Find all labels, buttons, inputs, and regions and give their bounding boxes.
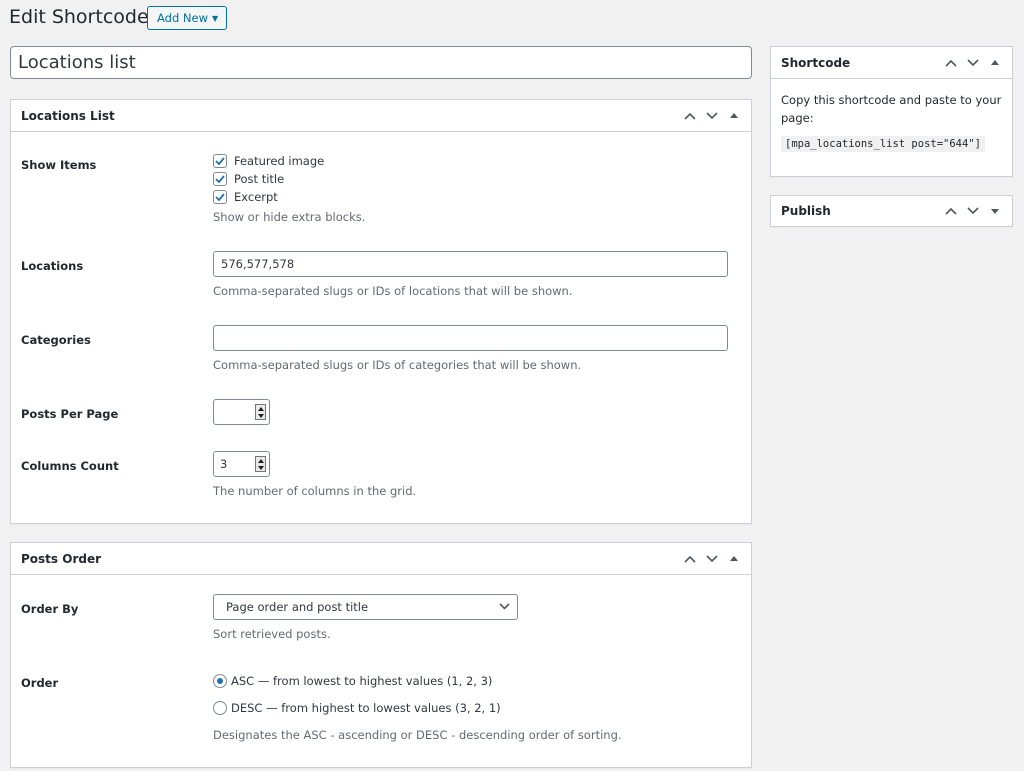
move-down-icon[interactable]: [962, 200, 984, 222]
checkbox-label: Post title: [234, 172, 285, 186]
locations-list-box-header: Locations List: [11, 100, 751, 132]
shortcode-box: Shortcode Copy this shortcode and paste …: [770, 46, 1013, 177]
columns-count-label: Columns Count: [21, 459, 119, 473]
publish-box-title: Publish: [781, 204, 831, 218]
show-items-description: Show or hide extra blocks.: [213, 210, 366, 224]
columns-count-input[interactable]: 3: [213, 451, 270, 477]
categories-input[interactable]: [213, 325, 728, 351]
toggle-panel-icon[interactable]: [984, 200, 1006, 222]
order-by-description: Sort retrieved posts.: [213, 627, 331, 641]
locations-list-box-title: Locations List: [21, 108, 115, 123]
posts-order-box-header: Posts Order: [11, 543, 751, 575]
publish-box-header: Publish: [771, 196, 1012, 226]
radio-asc-label: ASC — from lowest to highest values (1, …: [231, 674, 493, 688]
categories-description: Comma-separated slugs or IDs of categori…: [213, 358, 582, 372]
columns-count-description: The number of columns in the grid.: [213, 484, 417, 498]
add-new-label: Add New: [157, 11, 209, 25]
move-down-icon[interactable]: [701, 548, 723, 570]
order-label: Order: [21, 676, 59, 690]
shortcode-box-title: Shortcode: [781, 55, 851, 70]
posts-per-page-label: Posts Per Page: [21, 407, 119, 421]
show-items-label: Show Items: [21, 158, 97, 172]
radio-icon[interactable]: [213, 674, 227, 688]
chevron-down-icon: [499, 603, 510, 610]
locations-list-box: Locations List Show Items Featured image…: [10, 99, 752, 524]
spin-down-icon: [257, 413, 264, 418]
checkbox-post-title[interactable]: Post title: [213, 170, 365, 188]
move-down-icon[interactable]: [701, 105, 723, 127]
posts-per-page-input[interactable]: [213, 399, 270, 425]
shortcode-box-header: Shortcode: [771, 47, 1012, 79]
locations-description: Comma-separated slugs or IDs of location…: [213, 284, 573, 298]
checkbox-icon[interactable]: [213, 190, 227, 204]
toggle-panel-icon[interactable]: [723, 548, 745, 570]
locations-label: Locations: [21, 259, 84, 273]
order-by-select[interactable]: Page order and post title: [213, 594, 518, 620]
add-new-button[interactable]: Add New ▼: [147, 6, 228, 30]
categories-label: Categories: [21, 333, 91, 347]
caret-down-icon: ▼: [212, 13, 219, 23]
spin-up-icon: [257, 458, 264, 463]
radio-asc[interactable]: ASC — from lowest to highest values (1, …: [213, 672, 622, 690]
radio-icon[interactable]: [213, 701, 227, 715]
page-title: Edit Shortcode: [9, 6, 149, 28]
number-spinner[interactable]: [255, 404, 266, 420]
order-by-label: Order By: [21, 602, 79, 616]
show-items-group: Featured image Post title Excerpt Show o…: [213, 152, 365, 224]
move-up-icon[interactable]: [679, 548, 701, 570]
spin-down-icon: [257, 465, 264, 470]
checkbox-icon[interactable]: [213, 172, 227, 186]
spin-up-icon: [257, 406, 264, 411]
publish-box: Publish: [770, 195, 1013, 227]
checkbox-featured-image[interactable]: Featured image: [213, 152, 365, 170]
posts-order-box: Posts Order Order By Page order and post…: [10, 542, 752, 768]
checkbox-label: Excerpt: [234, 190, 278, 204]
move-up-icon[interactable]: [940, 52, 962, 74]
locations-input[interactable]: 576,577,578: [213, 251, 728, 277]
number-spinner[interactable]: [255, 456, 266, 472]
checkbox-label: Featured image: [234, 154, 325, 168]
radio-desc[interactable]: DESC — from highest to lowest values (3,…: [213, 699, 622, 717]
move-down-icon[interactable]: [962, 52, 984, 74]
post-title-input[interactable]: Locations list: [10, 46, 752, 79]
checkbox-icon[interactable]: [213, 154, 227, 168]
order-by-selected: Page order and post title: [226, 600, 369, 614]
radio-desc-label: DESC — from highest to lowest values (3,…: [231, 701, 501, 715]
move-up-icon[interactable]: [940, 200, 962, 222]
shortcode-code[interactable]: [mpa_locations_list post="644"]: [781, 136, 985, 152]
shortcode-instruction: Copy this shortcode and paste to your pa…: [781, 93, 1002, 125]
posts-order-box-title: Posts Order: [21, 551, 102, 566]
columns-count-value: 3: [220, 457, 228, 471]
checkbox-excerpt[interactable]: Excerpt: [213, 188, 365, 206]
order-description: Designates the ASC - ascending or DESC -…: [213, 728, 622, 742]
toggle-panel-icon[interactable]: [984, 52, 1006, 74]
toggle-panel-icon[interactable]: [723, 105, 745, 127]
move-up-icon[interactable]: [679, 105, 701, 127]
